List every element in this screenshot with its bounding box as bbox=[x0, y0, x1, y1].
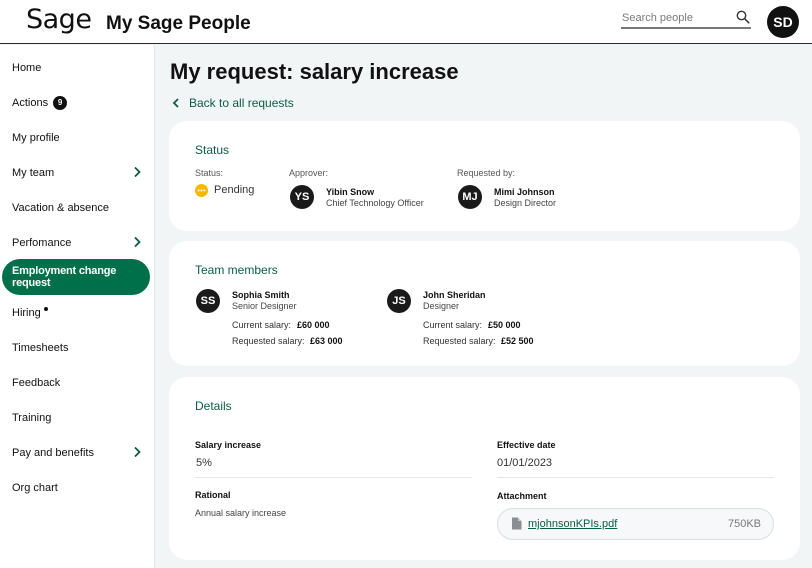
status-card-title: Status bbox=[195, 143, 230, 157]
requester-role: Design Director bbox=[494, 198, 557, 208]
search-input[interactable] bbox=[622, 10, 732, 26]
requested-salary-label: Requested salary: bbox=[232, 336, 305, 346]
sidebar-item-label: Timesheets bbox=[12, 341, 69, 354]
sidebar-item-my-profile[interactable]: My profile bbox=[0, 120, 155, 155]
attachment-size: 750KB bbox=[727, 518, 761, 530]
status-card: Status Status: Pending Approver: YS Yibi… bbox=[169, 121, 800, 231]
details-card-title: Details bbox=[195, 399, 232, 413]
approver-label: Approver: bbox=[289, 168, 329, 178]
sidebar-item-my-team[interactable]: My team bbox=[0, 155, 155, 190]
sidebar-item-feedback[interactable]: Feedback bbox=[0, 365, 155, 400]
requested-salary-value: £52 500 bbox=[501, 336, 534, 346]
requested-by-label: Requested by: bbox=[457, 168, 516, 178]
details-card: Details Salary increase 5% Effective dat… bbox=[169, 377, 800, 560]
attachment-link[interactable]: mjohnsonKPIs.pdf bbox=[528, 518, 617, 530]
chevron-right-icon bbox=[134, 236, 141, 248]
requested-salary-value: £63 000 bbox=[310, 336, 343, 346]
sidebar-item-pay-benefits[interactable]: Pay and benefits bbox=[0, 435, 155, 470]
sidebar-item-label: My profile bbox=[12, 131, 60, 144]
status-label: Status: bbox=[195, 168, 224, 178]
sidebar-item-performance[interactable]: Perfomance bbox=[0, 225, 155, 260]
current-salary-value: £60 000 bbox=[297, 320, 330, 330]
requested-salary-label: Requested salary: bbox=[423, 336, 496, 346]
requester-name: Mimi Johnson bbox=[494, 187, 555, 197]
sidebar-item-label: Org chart bbox=[12, 481, 58, 494]
status-value: Pending bbox=[214, 184, 255, 196]
member-name: Sophia Smith bbox=[232, 290, 290, 300]
approver-avatar: YS bbox=[290, 185, 314, 209]
page-title: My request: salary increase bbox=[170, 59, 459, 84]
sidebar-item-employment-change-request[interactable]: Employment change request bbox=[2, 259, 150, 295]
sidebar-item-label: Vacation & absence bbox=[12, 201, 110, 214]
sidebar-item-label: Perfomance bbox=[12, 236, 72, 249]
sidebar-nav: Home Actions 9 My profile My team Vacati… bbox=[0, 45, 155, 568]
member-avatar: JS bbox=[387, 289, 411, 313]
sidebar-item-label: Pay and benefits bbox=[12, 446, 94, 459]
approver-name: Yibin Snow bbox=[326, 187, 375, 197]
salary-increase-value: 5% bbox=[196, 457, 212, 469]
back-link[interactable]: Back to all requests bbox=[172, 95, 294, 111]
member-role: Senior Designer bbox=[232, 301, 297, 311]
approver-role: Chief Technology Officer bbox=[326, 198, 424, 208]
notification-dot bbox=[43, 307, 48, 311]
sidebar-item-label: Employment change request bbox=[12, 265, 117, 289]
sage-logo[interactable]: Sage bbox=[26, 4, 92, 35]
attachment-label: Attachment bbox=[497, 491, 547, 501]
sidebar-item-org-chart[interactable]: Org chart bbox=[0, 470, 155, 505]
sidebar-item-hiring[interactable]: Hiring bbox=[0, 295, 155, 330]
sidebar-item-training[interactable]: Training bbox=[0, 400, 155, 435]
actions-count-badge: 9 bbox=[53, 95, 68, 110]
member-role: Designer bbox=[423, 301, 460, 311]
effective-date-value: 01/01/2023 bbox=[497, 457, 553, 469]
salary-increase-label: Salary increase bbox=[195, 440, 262, 450]
rational-value: Annual salary increase bbox=[195, 508, 287, 518]
attachment-chip[interactable]: mjohnsonKPIs.pdf 750KB bbox=[497, 508, 774, 540]
sidebar-item-label: My team bbox=[12, 166, 55, 179]
search-icon[interactable] bbox=[736, 10, 750, 24]
member-avatar: SS bbox=[196, 289, 220, 313]
sidebar-item-home[interactable]: Home bbox=[0, 50, 155, 85]
sidebar-item-label: Training bbox=[12, 411, 52, 424]
effective-date-label: Effective date bbox=[497, 440, 556, 450]
top-bar: Sage My Sage People SD bbox=[0, 0, 812, 44]
back-link-label: Back to all requests bbox=[189, 96, 294, 110]
current-salary-label: Current salary: bbox=[423, 320, 483, 330]
divider bbox=[497, 477, 774, 478]
sidebar-item-label: Actions bbox=[12, 96, 49, 109]
current-salary-label: Current salary: bbox=[232, 320, 292, 330]
requester-avatar: MJ bbox=[458, 185, 482, 209]
sidebar-item-vacation-absence[interactable]: Vacation & absence bbox=[0, 190, 155, 225]
sidebar-item-label: Home bbox=[12, 61, 42, 74]
member-name: John Sheridan bbox=[423, 290, 486, 300]
team-members-card: Team members SS Sophia Smith Senior Desi… bbox=[169, 241, 800, 366]
chevron-right-icon bbox=[134, 166, 141, 178]
sidebar-item-actions[interactable]: Actions 9 bbox=[0, 85, 155, 120]
search-box bbox=[621, 9, 751, 29]
team-card-title: Team members bbox=[195, 263, 278, 277]
chevron-left-icon bbox=[172, 98, 179, 108]
app-title: My Sage People bbox=[106, 13, 251, 34]
rational-label: Rational bbox=[195, 490, 231, 500]
divider bbox=[195, 477, 472, 478]
sidebar-item-label: Hiring bbox=[12, 306, 41, 319]
sidebar-item-timesheets[interactable]: Timesheets bbox=[0, 330, 155, 365]
file-icon bbox=[512, 517, 522, 530]
current-salary-value: £50 000 bbox=[488, 320, 521, 330]
pending-icon bbox=[195, 184, 208, 197]
chevron-right-icon bbox=[134, 446, 141, 458]
sidebar-item-label: Feedback bbox=[12, 376, 61, 389]
user-avatar[interactable]: SD bbox=[767, 6, 799, 38]
